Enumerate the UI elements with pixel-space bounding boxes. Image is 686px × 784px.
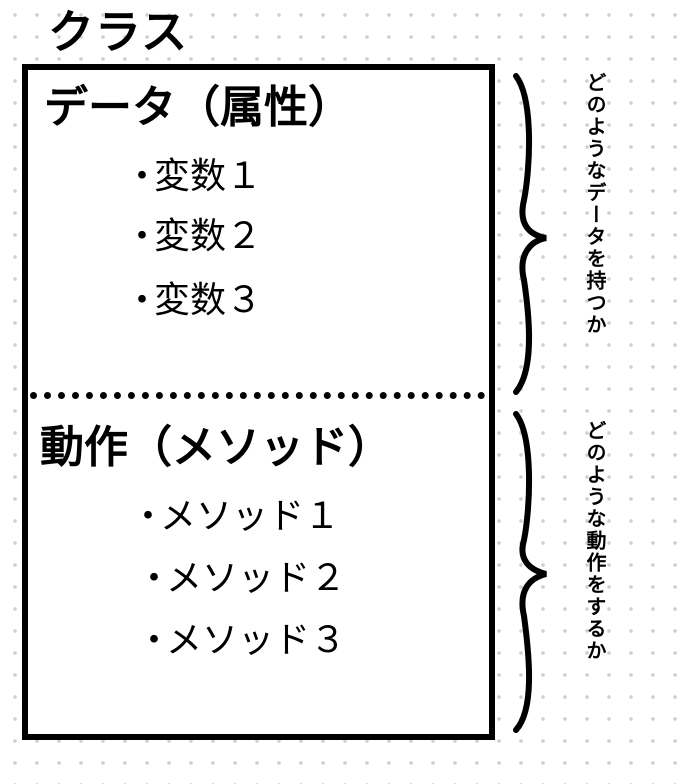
data-item-label: 変数３: [154, 280, 263, 321]
bullet: ・: [124, 216, 161, 257]
data-item: ・変数１: [124, 154, 262, 200]
method-brace: [513, 411, 547, 733]
method-item-label: メソッド１: [160, 496, 341, 537]
data-annotation: どのようなデータを持つか: [583, 72, 607, 336]
method-section-heading: 動作（メソッド）: [40, 422, 392, 473]
data-item-label: 変数２: [154, 216, 263, 257]
bullet: ・: [136, 620, 173, 661]
brace-group: [513, 73, 547, 733]
method-item-label: メソッド２: [166, 558, 347, 599]
bullet: ・: [124, 156, 161, 197]
bullet: ・: [136, 558, 173, 599]
data-item-label: 変数１: [154, 156, 263, 197]
data-item: ・変数２: [124, 214, 262, 260]
method-item: ・メソッド１: [130, 494, 340, 540]
method-item-label: メソッド３: [166, 620, 347, 661]
section-divider: [30, 392, 485, 399]
method-item: ・メソッド３: [136, 618, 346, 664]
method-annotation: どのような動作をするか: [583, 420, 607, 662]
method-item: ・メソッド２: [136, 556, 346, 602]
data-brace: [513, 73, 547, 395]
class-title: クラス: [48, 5, 189, 59]
bullet: ・: [130, 496, 167, 537]
bullet: ・: [124, 280, 161, 321]
data-section-heading: データ（属性）: [44, 82, 352, 133]
data-item: ・変数３: [124, 278, 262, 324]
